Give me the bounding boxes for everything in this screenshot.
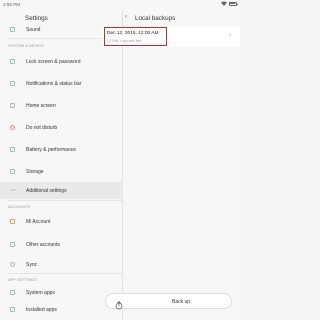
- divider: [8, 200, 123, 201]
- sidebar-item-storage[interactable]: Storage: [0, 163, 123, 180]
- system-apps-icon: [10, 290, 15, 295]
- section-system-device: SYSTEM & DEVICE: [8, 44, 44, 48]
- sidebar-item-label: Additional settings: [26, 187, 67, 194]
- sidebar-item-notifications[interactable]: Notifications & status bar: [0, 75, 123, 92]
- sidebar-item-label: Installed apps: [26, 306, 57, 313]
- battery-performance-icon: [10, 147, 15, 152]
- sidebar-item-label: Sound: [26, 26, 41, 33]
- sidebar-item-label: Storage: [26, 168, 44, 175]
- sidebar-item-home-screen[interactable]: Home screen: [0, 97, 123, 114]
- local-backups-pane: ‹ Local backups: [123, 9, 240, 320]
- sidebar-item-mi-account[interactable]: Mi Account: [0, 213, 123, 230]
- sidebar-item-label: Battery & performance: [26, 146, 77, 153]
- sidebar-item-lock-screen[interactable]: Lock screen & password: [0, 53, 123, 70]
- backup-button-label: Back up: [172, 298, 191, 305]
- lock-icon: [10, 59, 15, 64]
- screen: 2:56 PM Settings Sound SYSTEM & DEVICE L…: [0, 0, 240, 320]
- backup-entry-date: Dec 12, 2016, 12:00 AM: [107, 31, 159, 36]
- home-icon: [10, 103, 15, 108]
- wifi-icon: [221, 1, 227, 6]
- battery-icon: [229, 1, 238, 6]
- divider: [8, 273, 123, 274]
- sync-icon: [10, 262, 15, 267]
- settings-sidebar: Settings Sound SYSTEM & DEVICE Lock scre…: [0, 9, 123, 320]
- storage-icon: [10, 169, 15, 174]
- more-dots-icon: [10, 189, 16, 191]
- sidebar-item-label: Sync: [26, 261, 38, 268]
- installed-apps-icon: [10, 307, 15, 312]
- sidebar-item-label: Other accounts: [26, 241, 60, 248]
- status-bar: 2:56 PM: [0, 0, 240, 9]
- backup-entry-details: 1.27MB, 4 app data files: [107, 38, 142, 43]
- section-app-settings: APP SETTINGS: [8, 278, 37, 282]
- mi-account-icon: [10, 219, 15, 224]
- back-arrow-icon[interactable]: ‹: [125, 14, 127, 20]
- backup-entry-highlight: [104, 27, 167, 46]
- page-title: Local backups: [135, 15, 176, 22]
- accounts-icon: [10, 242, 15, 247]
- section-accounts: ACCOUNTS: [8, 205, 31, 209]
- status-time: 2:56 PM: [3, 2, 21, 7]
- sidebar-item-other-accounts[interactable]: Other accounts: [0, 236, 123, 253]
- backup-button[interactable]: Back up: [105, 293, 232, 310]
- moon-icon: [10, 125, 15, 130]
- sidebar-item-additional-settings[interactable]: Additional settings: [0, 182, 123, 199]
- sidebar-item-label: Lock screen & password: [26, 58, 81, 65]
- sidebar-item-battery[interactable]: Battery & performance: [0, 141, 123, 158]
- notification-icon: [10, 81, 15, 86]
- sound-icon: [10, 27, 15, 32]
- sidebar-item-label: Notifications & status bar: [26, 80, 82, 87]
- sidebar-item-do-not-disturb[interactable]: Do not disturb: [0, 119, 123, 136]
- sidebar-item-sync[interactable]: Sync: [0, 256, 123, 273]
- sidebar-item-label: Home screen: [26, 102, 56, 109]
- status-icons: [221, 1, 238, 6]
- sidebar-item-label: Mi Account: [26, 218, 51, 225]
- backup-icon: [115, 297, 123, 310]
- chevron-right-icon: ›: [229, 33, 231, 39]
- sidebar-item-label: Do not disturb: [26, 124, 58, 131]
- sidebar-item-label: System apps: [26, 289, 55, 296]
